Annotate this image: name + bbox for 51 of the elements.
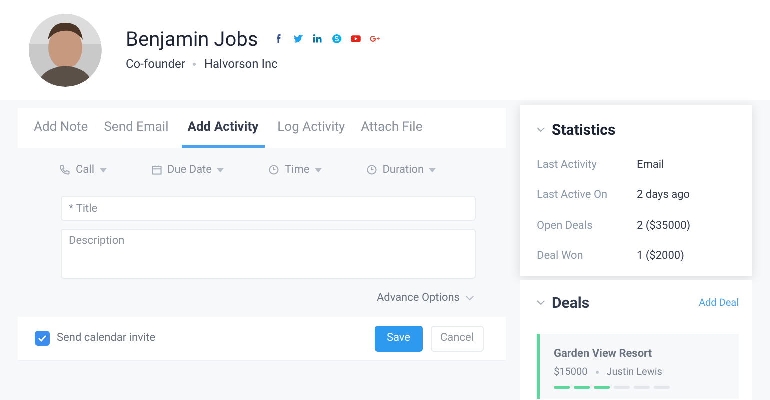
clock-icon (268, 164, 280, 176)
stat-label: Last Activity (537, 156, 598, 172)
youtube-icon[interactable] (350, 33, 362, 45)
clock-icon (366, 164, 378, 176)
tab[interactable]: Attach File (358, 110, 426, 148)
contact-role: Co-founder (126, 56, 186, 73)
card-title: Statistics (552, 120, 616, 141)
caret-icon (216, 168, 224, 172)
deal-name: Garden View Resort (554, 346, 654, 362)
stat-value: 2 days ago (637, 187, 692, 203)
twitter-icon[interactable] (293, 33, 306, 45)
check-icon (38, 335, 47, 342)
description-field[interactable]: Description (61, 229, 476, 279)
option-dropdown[interactable]: Due Date (150, 162, 224, 178)
deal-owner: Justin Lewis (606, 366, 662, 380)
tab[interactable]: Add Activity (182, 110, 265, 148)
caret-icon (429, 168, 436, 172)
stat-label: Deal Won (537, 248, 584, 264)
chevron-down-icon[interactable] (537, 300, 545, 306)
option-dropdown[interactable]: Time (268, 162, 322, 178)
stat-label: Last Active On (537, 187, 609, 203)
skype-icon[interactable] (331, 33, 344, 45)
stat-value: 2 ($35000) (637, 218, 692, 234)
cancel-button[interactable]: Cancel (430, 326, 484, 352)
stat-value: Email (637, 156, 666, 172)
tab[interactable]: Add Note (31, 110, 92, 148)
stat-label: Open Deals (537, 218, 594, 234)
advance-options-dropdown[interactable]: Advance Options (376, 290, 474, 306)
calendar-icon (150, 164, 162, 176)
card-title: Deals (552, 293, 590, 314)
phone-icon (59, 164, 71, 176)
tab[interactable]: Send Email (101, 110, 172, 148)
option-dropdown[interactable]: Call (59, 162, 106, 178)
chevron-down-icon[interactable] (537, 127, 545, 134)
save-button[interactable]: Save (374, 326, 423, 352)
checkbox-label: Send calendar invite (57, 330, 156, 346)
google-plus-icon[interactable] (369, 33, 382, 45)
caret-icon (314, 168, 322, 172)
chevron-icon (466, 296, 474, 300)
stat-value: 1 ($2000) (637, 248, 686, 264)
option-dropdown[interactable]: Duration (366, 162, 436, 178)
add-deal-link[interactable]: Add Deal (698, 296, 739, 311)
linkedin-icon[interactable] (312, 33, 324, 45)
caret-icon (100, 168, 106, 172)
checkbox[interactable] (35, 331, 50, 346)
title-field[interactable]: * Title (61, 196, 476, 221)
tab[interactable]: Log Activity (274, 110, 348, 148)
contact-name: Benjamin Jobs (126, 29, 258, 49)
company-link[interactable]: Halvorson Inc (204, 55, 278, 73)
deal-card[interactable]: Garden View Resort $15000 Justin Lewis (537, 334, 739, 399)
deal-amount: $15000 (554, 366, 588, 380)
